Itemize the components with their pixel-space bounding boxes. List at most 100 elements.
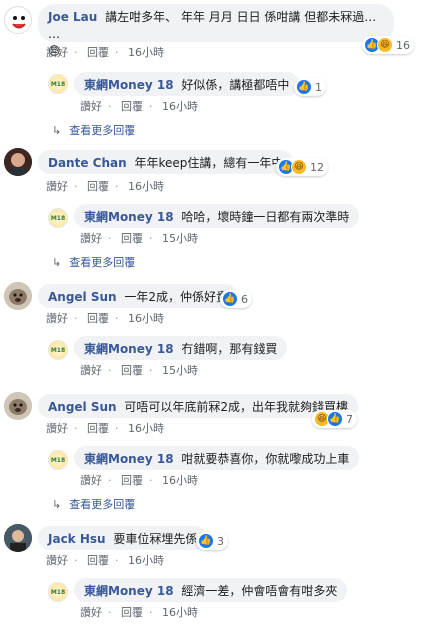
reply-bubble: 東網Money 18 經濟一差，仲會唔會有咁多夾	[74, 578, 348, 602]
reply-time[interactable]: 15小時	[162, 232, 198, 245]
comment-bubble: Angel Sun 一年2成，仲係好貴	[38, 284, 239, 308]
reaction-count: 6	[241, 292, 248, 306]
comment-time[interactable]: 16小時	[128, 46, 164, 59]
reply-actions: 讚好 · 回覆 · 15小時	[80, 232, 198, 245]
comment-author[interactable]: Angel Sun	[48, 400, 117, 414]
like-link[interactable]: 讚好	[46, 312, 68, 325]
reply-bubble: 東網Money 18 冇錯啊，那有錢買	[74, 336, 288, 360]
reply-arrow-icon: ↳	[52, 256, 62, 269]
view-more-replies-label[interactable]: 查看更多回覆	[69, 256, 135, 269]
reply-link[interactable]: 回覆	[121, 364, 143, 377]
reply-link[interactable]: 回覆	[87, 554, 109, 567]
reply-time[interactable]: 15小時	[162, 364, 198, 377]
comment-bubble: Dante Chan 年年keep住講，總有一年中	[38, 150, 294, 174]
reply-time[interactable]: 16小時	[162, 606, 198, 619]
like-link[interactable]: 讚好	[80, 474, 102, 487]
money18-logo: M18	[49, 583, 67, 601]
avatar[interactable]	[4, 282, 32, 310]
money18-logo: M18	[49, 451, 67, 469]
like-reaction-icon: 👍	[296, 79, 312, 95]
reaction-summary[interactable]: 👍 😆 12	[276, 158, 328, 176]
page-avatar[interactable]: M18	[48, 340, 68, 360]
reply-actions: 讚好 · 回覆 · 16小時	[80, 606, 198, 619]
reply-text: 好似係，講極都唔中	[181, 78, 290, 92]
reply-link[interactable]: 回覆	[121, 232, 143, 245]
like-link[interactable]: 讚好	[46, 554, 68, 567]
like-link[interactable]: 讚好	[80, 232, 102, 245]
comment-bubble: Jack Hsu 要車位冧埋先係	[38, 526, 208, 550]
reply-arrow-icon: ↳	[52, 498, 62, 511]
comment-actions: 讚好 · 回覆 · 16小時	[46, 46, 164, 59]
comment-author[interactable]: Jack Hsu	[48, 532, 106, 546]
reply-text: 哈哈，壞時鐘一日都有兩次準時	[181, 210, 350, 224]
comment-author[interactable]: Angel Sun	[48, 290, 117, 304]
comment-actions: 讚好 · 回覆 · 16小時	[46, 554, 164, 567]
view-more-replies[interactable]: ↳ 查看更多回覆	[52, 254, 135, 270]
like-reaction-icon: 👍	[198, 533, 214, 549]
reaction-count: 7	[346, 412, 353, 426]
money18-logo: M18	[49, 209, 67, 227]
reaction-count: 3	[217, 534, 224, 548]
comment-text: 年年keep住講，總有一年中	[134, 156, 284, 170]
like-link[interactable]: 讚好	[80, 100, 102, 113]
comment-author[interactable]: Joe Lau	[48, 10, 97, 24]
page-avatar[interactable]: M18	[48, 74, 68, 94]
reply-actions: 讚好 · 回覆 · 16小時	[80, 474, 198, 487]
avatar[interactable]	[4, 392, 32, 420]
reply-bubble: 東網Money 18 哈哈，壞時鐘一日都有兩次準時	[74, 204, 360, 228]
reply-link[interactable]: 回覆	[121, 474, 143, 487]
reply-actions: 讚好 · 回覆 · 16小時	[80, 100, 198, 113]
reply-time[interactable]: 16小時	[162, 474, 198, 487]
page-avatar[interactable]: M18	[48, 582, 68, 602]
reply-author[interactable]: 東網Money 18	[84, 342, 174, 356]
avatar[interactable]	[4, 148, 32, 176]
comment-text: 一年2成，仲係好貴	[124, 290, 229, 304]
reaction-summary[interactable]: 👍 😆 16	[362, 36, 414, 54]
page-avatar[interactable]: M18	[48, 450, 68, 470]
reply-author[interactable]: 東網Money 18	[84, 584, 174, 598]
reply-author[interactable]: 東網Money 18	[84, 78, 174, 92]
reply-author[interactable]: 東網Money 18	[84, 452, 174, 466]
like-link[interactable]: 讚好	[80, 364, 102, 377]
reply-link[interactable]: 回覆	[87, 422, 109, 435]
comment-text: 講左咁多年、 年年 月月 日日 係咁講 但都未冧過… …	[48, 10, 377, 41]
comment-actions: 讚好 · 回覆 · 16小時	[46, 312, 164, 325]
reply-link[interactable]: 回覆	[121, 606, 143, 619]
haha-reaction-icon: 😆	[377, 37, 393, 53]
comment-bubble: Angel Sun 可唔可以年底前冧2成，出年我就夠錢買樓	[38, 394, 359, 418]
view-more-replies[interactable]: ↳ 查看更多回覆	[52, 496, 135, 512]
like-link[interactable]: 讚好	[46, 46, 68, 59]
comment-author[interactable]: Dante Chan	[48, 156, 127, 170]
reply-arrow-icon: ↳	[52, 124, 62, 137]
like-reaction-icon: 👍	[222, 291, 238, 307]
comment-time[interactable]: 16小時	[128, 180, 164, 193]
reply-author[interactable]: 東網Money 18	[84, 210, 174, 224]
reaction-summary[interactable]: 👍 3	[196, 532, 228, 550]
reply-text: 經濟一差，仲會唔會有咁多夾	[181, 584, 338, 598]
reply-link[interactable]: 回覆	[87, 46, 109, 59]
reaction-summary[interactable]: 👍 6	[220, 290, 252, 308]
like-link[interactable]: 讚好	[46, 422, 68, 435]
reaction-count: 1	[315, 80, 322, 94]
reply-time[interactable]: 16小時	[162, 100, 198, 113]
view-more-replies-label[interactable]: 查看更多回覆	[69, 124, 135, 137]
comment-time[interactable]: 16小時	[128, 312, 164, 325]
reply-bubble: 東網Money 18 咁就要恭喜你，你就嚟成功上車	[74, 446, 360, 470]
like-reaction-icon: 👍	[327, 411, 343, 427]
comment-bubble: Joe Lau 講左咁多年、 年年 月月 日日 係咁講 但都未冧過… … 😓	[38, 4, 394, 58]
view-more-replies-label[interactable]: 查看更多回覆	[69, 498, 135, 511]
avatar[interactable]	[4, 524, 32, 552]
avatar[interactable]	[4, 6, 32, 34]
reply-link[interactable]: 回覆	[121, 100, 143, 113]
like-link[interactable]: 讚好	[80, 606, 102, 619]
reply-reaction-summary[interactable]: 👍 1	[294, 78, 326, 96]
comment-time[interactable]: 16小時	[128, 422, 164, 435]
comment-time[interactable]: 16小時	[128, 554, 164, 567]
reply-link[interactable]: 回覆	[87, 180, 109, 193]
like-link[interactable]: 讚好	[46, 180, 68, 193]
reaction-summary[interactable]: 😆 👍 7	[312, 410, 357, 428]
money18-logo: M18	[49, 75, 67, 93]
reply-link[interactable]: 回覆	[87, 312, 109, 325]
page-avatar[interactable]: M18	[48, 208, 68, 228]
view-more-replies[interactable]: ↳ 查看更多回覆	[52, 122, 135, 138]
